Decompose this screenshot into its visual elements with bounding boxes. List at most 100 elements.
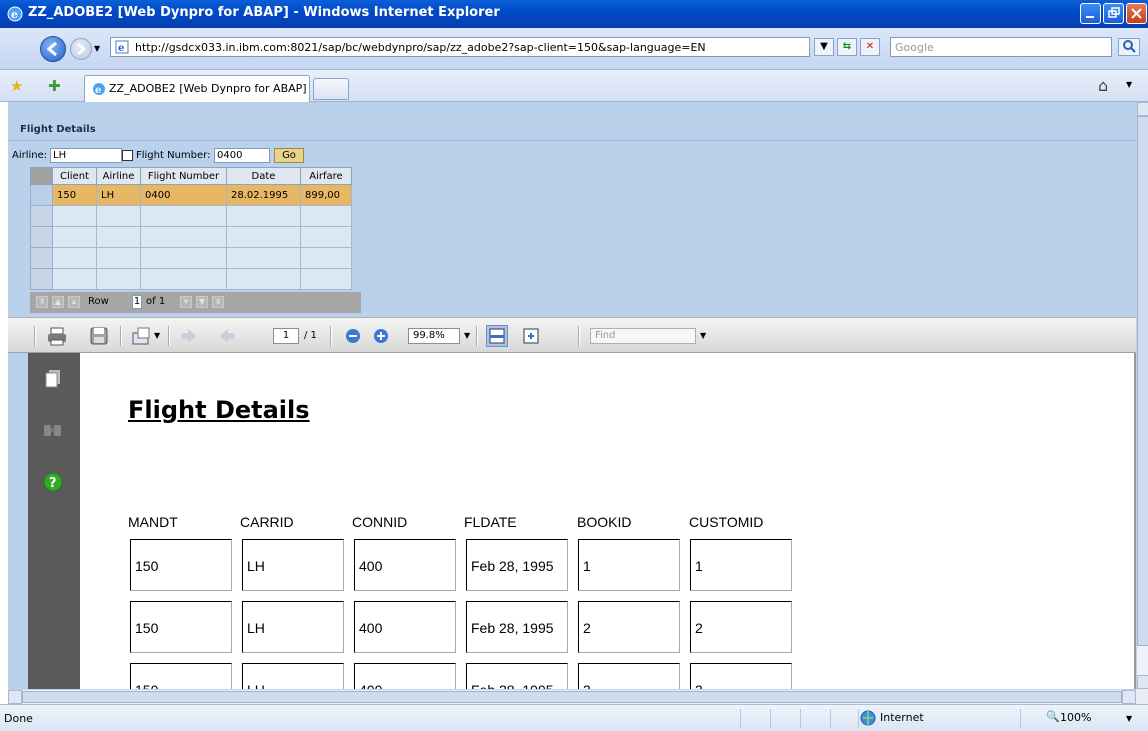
flight-number-input[interactable]: 0400	[214, 148, 270, 163]
pdf-cell: Feb 28, 1995	[466, 601, 568, 653]
help-icon[interactable]: ?	[42, 471, 64, 496]
pdf-column-header: CONNID	[352, 514, 408, 530]
email-icon[interactable]	[130, 325, 152, 347]
forward-button[interactable]	[70, 38, 92, 60]
pages-icon[interactable]	[44, 369, 62, 392]
previous-page-icon[interactable]: ▲	[52, 296, 64, 308]
zoom-in-icon[interactable]	[370, 325, 392, 347]
save-icon[interactable]	[88, 325, 110, 347]
row-selector[interactable]	[30, 205, 53, 227]
restore-button[interactable]	[1103, 3, 1124, 24]
stop-button[interactable]: ✕	[860, 38, 880, 56]
pdf-cell: 3	[578, 663, 680, 689]
page-total-label: / 1	[304, 330, 317, 341]
scroll-thumb[interactable]	[1137, 116, 1148, 646]
toolbar-separator	[34, 326, 36, 346]
pdf-cell: Feb 28, 1995	[466, 539, 568, 591]
status-panel	[800, 709, 801, 728]
history-dropdown-icon[interactable]: ▼	[94, 44, 100, 53]
status-panel	[770, 709, 771, 728]
previous-page-arrow-icon[interactable]	[178, 325, 200, 347]
close-window-button[interactable]	[1126, 3, 1147, 24]
horizontal-scrollbar[interactable]	[8, 689, 1136, 704]
next-page-icon[interactable]: ▼	[196, 296, 208, 308]
scroll-left-button[interactable]	[8, 690, 22, 704]
zoom-magnifier-icon[interactable]: 🔍	[1046, 710, 1060, 723]
home-dropdown-icon[interactable]: ▼	[1126, 80, 1132, 89]
next-row-icon[interactable]: ▾	[180, 296, 192, 308]
security-zone-label: Internet	[880, 711, 924, 724]
row-selector[interactable]	[30, 184, 53, 206]
zoom-dropdown-icon[interactable]: ▼	[1126, 714, 1132, 723]
table-cell: LH	[96, 184, 141, 206]
status-panel	[1020, 709, 1021, 728]
pdf-cell: 150	[130, 663, 232, 689]
back-button[interactable]	[40, 36, 66, 62]
column-header[interactable]: Date	[226, 167, 301, 185]
page-icon: e	[115, 40, 131, 56]
column-header[interactable]: Client	[52, 167, 97, 185]
refresh-button[interactable]: ⇆	[837, 38, 857, 56]
minimize-button[interactable]	[1080, 3, 1101, 24]
fit-width-icon[interactable]	[486, 325, 508, 347]
fit-page-icon[interactable]	[520, 325, 542, 347]
search-input[interactable]: Google	[890, 37, 1112, 57]
scroll-thumb[interactable]	[22, 691, 1122, 703]
column-header[interactable]: Airfare	[300, 167, 352, 185]
tab-bar: ★ ✚ e ZZ_ADOBE2 [Web Dynpro for ABAP] ⌂ …	[0, 70, 1148, 102]
search-icon[interactable]	[1118, 38, 1140, 56]
new-tab-button[interactable]	[313, 78, 349, 100]
home-icon[interactable]: ⌂	[1098, 76, 1108, 95]
select-all-header[interactable]	[30, 167, 53, 185]
pdf-column-header: BOOKID	[577, 514, 632, 530]
airline-input[interactable]: LH	[50, 148, 122, 163]
airline-label: Airline:	[12, 150, 48, 161]
internet-explorer-icon: e	[6, 5, 24, 26]
address-dropdown-button[interactable]: ▼	[814, 38, 834, 56]
scroll-down-button[interactable]	[1137, 675, 1148, 689]
scroll-up-button[interactable]	[1137, 102, 1148, 116]
attachments-icon[interactable]	[42, 421, 64, 442]
page-number-input[interactable]: 1	[273, 328, 299, 344]
find-input[interactable]: Find	[590, 328, 696, 344]
address-input[interactable]: e http://gsdcx033.in.ibm.com:8021/sap/bc…	[110, 37, 810, 57]
page-content: Flight Details Airline: LH Flight Number…	[8, 102, 1136, 689]
column-header[interactable]: Airline	[96, 167, 141, 185]
toolbar-separator	[168, 326, 170, 346]
table-pager: ⇞ ▲ ▴ Row 1 of 1 ▾ ▼ ⇟	[30, 292, 361, 313]
toolbar-separator	[330, 326, 332, 346]
pdf-cell: 150	[130, 539, 232, 591]
pdf-cell: 400	[354, 539, 456, 591]
table-row[interactable]: 150 LH 0400 28.02.1995 899,00	[30, 184, 352, 206]
previous-row-icon[interactable]: ▴	[68, 296, 80, 308]
row-selector[interactable]	[30, 268, 53, 290]
pager-row-input[interactable]: 1	[132, 295, 142, 309]
zoom-out-icon[interactable]	[342, 325, 364, 347]
tray-header: Flight Details	[8, 119, 1136, 141]
zoom-dropdown-icon[interactable]: ▼	[464, 331, 470, 340]
pdf-cell: 1	[578, 539, 680, 591]
scroll-right-button[interactable]	[1122, 690, 1136, 704]
print-icon[interactable]	[46, 325, 68, 347]
svg-text:?: ?	[49, 476, 57, 491]
email-dropdown-icon[interactable]: ▼	[154, 331, 160, 340]
zoom-input[interactable]: 99.8%	[408, 328, 460, 344]
row-selector[interactable]	[30, 226, 53, 248]
next-page-arrow-icon[interactable]	[216, 325, 238, 347]
tab-zz-adobe2[interactable]: e ZZ_ADOBE2 [Web Dynpro for ABAP]	[84, 75, 310, 102]
row-selector[interactable]	[30, 247, 53, 269]
zoom-level-label[interactable]: 100%	[1060, 711, 1091, 724]
favorites-star-icon[interactable]: ★	[10, 77, 23, 95]
go-button[interactable]: Go	[274, 148, 304, 163]
tab-label: ZZ_ADOBE2 [Web Dynpro for ABAP]	[109, 82, 307, 95]
internet-explorer-icon: e	[91, 81, 107, 100]
table-cell: 0400	[140, 184, 227, 206]
find-dropdown-icon[interactable]: ▼	[700, 331, 706, 340]
window-title: ZZ_ADOBE2 [Web Dynpro for ABAP] - Window…	[28, 5, 500, 20]
add-favorites-icon[interactable]: ✚	[48, 77, 61, 95]
last-page-icon[interactable]: ⇟	[212, 296, 224, 308]
column-header[interactable]: Flight Number	[140, 167, 227, 185]
vertical-scrollbar[interactable]	[1136, 102, 1148, 689]
value-help-icon[interactable]	[122, 150, 133, 161]
first-page-icon[interactable]: ⇞	[36, 296, 48, 308]
